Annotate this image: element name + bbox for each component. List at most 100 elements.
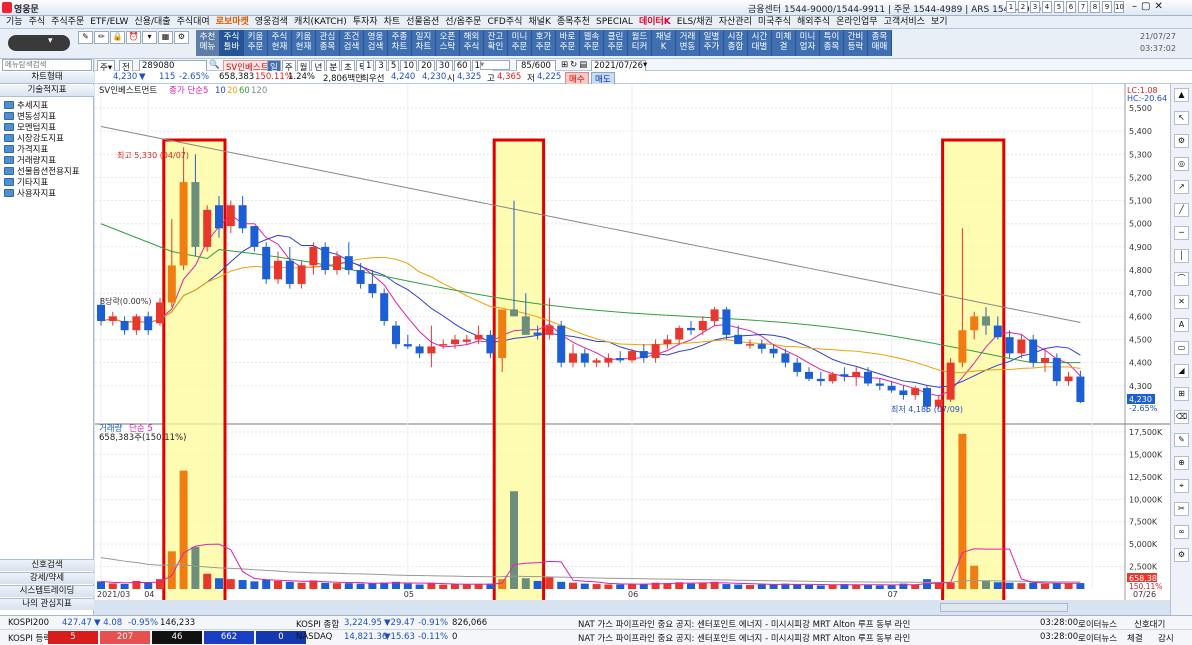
toolbar-button-14[interactable]: 호가 주문 (532, 30, 556, 56)
menu-item-16[interactable]: SPECIAL (596, 16, 633, 28)
menu-item-10[interactable]: 차트 (384, 16, 401, 28)
menu-item-19[interactable]: 자산관리 (719, 16, 752, 28)
toolbar-button-27[interactable]: 간비 등락 (844, 30, 868, 56)
trend-line-icon[interactable]: ↖ (1174, 111, 1189, 125)
system-trading-tab[interactable]: 시스템트레이딩 (0, 585, 94, 597)
refresh-icon[interactable]: ↻ (570, 60, 577, 70)
menu-item-6[interactable]: 로보마켓 (216, 16, 249, 28)
chart-type-header[interactable]: 차트형태 (0, 72, 94, 84)
screen-page-1[interactable]: 1 (1006, 1, 1016, 13)
toolbar-button-2[interactable]: 키움 주문 (244, 30, 268, 56)
menu-item-13[interactable]: CFD주식 (487, 16, 522, 28)
toolbar-button-4[interactable]: 키움 현재 (292, 30, 316, 56)
toolbar-button-3[interactable]: 주식 현재 (268, 30, 292, 56)
menu-item-23[interactable]: 고객서비스 (884, 16, 925, 28)
signal-search-tab[interactable]: 신호검색 (0, 559, 94, 571)
menu-item-21[interactable]: 해외주식 (797, 16, 830, 28)
toolbar-button-15[interactable]: 바로 주문 (556, 30, 580, 56)
grid-icon[interactable]: ◢ (1174, 364, 1189, 378)
toolbar-button-8[interactable]: 주종 차트 (388, 30, 412, 56)
toolbar-button-9[interactable]: 일지 차트 (412, 30, 436, 56)
screen-page-10[interactable]: 10 (1114, 1, 1124, 13)
signal-wait[interactable]: 신호대기 (1134, 618, 1165, 630)
menu-item-20[interactable]: 미국주식 (758, 16, 791, 28)
indicator-search-input[interactable]: 메뉴탐색검색 (2, 59, 92, 71)
indicator-folder-2[interactable]: 모멘텀지표 (4, 121, 56, 133)
toolbar-button-24[interactable]: 미체 결 (772, 30, 796, 56)
indicator-folder-1[interactable]: 변동성지표 (4, 110, 56, 122)
menu-item-3[interactable]: ETF/ELW (90, 16, 128, 28)
screen-page-4[interactable]: 4 (1042, 1, 1052, 13)
alarm-icon[interactable]: ⏰ (126, 31, 141, 44)
strong-weak-tab[interactable]: 강세/약세 (0, 572, 94, 584)
expand-icon[interactable]: ⊞ (561, 60, 568, 70)
chart-canvas[interactable]: 5,500 5,400 5,300 5,200 5,100 5,000 4,900 4,800… (95, 84, 1170, 600)
news-ticker-2[interactable]: NAT 가스 파이프라인 중요 공지: 센터포인트 에너지 - 미시시피강 MR… (578, 632, 910, 644)
menu-item-18[interactable]: ELS/채권 (677, 16, 713, 28)
menu-item-0[interactable]: 기능 (6, 16, 23, 28)
note-icon[interactable]: ✎ (78, 31, 93, 44)
screen-page-6[interactable]: 6 (1066, 1, 1076, 13)
settings-icon[interactable]: ⚙ (174, 31, 189, 44)
toolbar-button-22[interactable]: 시장 종합 (724, 30, 748, 56)
news-ticker-1[interactable]: NAT 가스 파이프라인 중요 공지: 센터포인트 에너지 - 미시시피강 MR… (578, 618, 910, 630)
text-icon[interactable]: ✕ (1174, 295, 1189, 309)
print-icon[interactable]: ▤ (579, 60, 587, 70)
menu-item-4[interactable]: 신용/대출 (134, 16, 170, 28)
vertical-line-icon[interactable]: ◎ (1174, 157, 1189, 171)
indicator-folder-5[interactable]: 거래량지표 (4, 154, 56, 166)
menu-item-7[interactable]: 영웅검색 (255, 16, 288, 28)
eraser-icon[interactable]: ⌫ (1174, 410, 1189, 424)
chart-scrollbar[interactable] (940, 603, 1068, 612)
fan-icon[interactable]: ▭ (1174, 341, 1189, 355)
toolbar-button-10[interactable]: 오픈 스탁 (436, 30, 460, 56)
ray-icon[interactable]: ─ (1174, 226, 1189, 240)
dropdown-icon[interactable]: ▾ (142, 31, 157, 44)
menu-item-1[interactable]: 주식 (29, 16, 46, 28)
search-icon[interactable]: 🔍 (209, 60, 220, 70)
arrow-icon[interactable]: ⌒ (1174, 272, 1189, 286)
lock-icon[interactable]: 🔒 (110, 31, 125, 44)
screen-page-5[interactable]: 5 (1054, 1, 1064, 13)
link-icon[interactable]: ∞ (1174, 525, 1189, 539)
magnet-icon[interactable]: ⊞ (1174, 387, 1189, 401)
screen-page-3[interactable]: 3 (1030, 1, 1040, 13)
menu-search-pill[interactable] (8, 35, 70, 51)
screen-page-9[interactable]: 9 (1102, 1, 1112, 13)
toolbar-button-13[interactable]: 미니 주문 (508, 30, 532, 56)
menu-item-11[interactable]: 선물옵션 (406, 16, 439, 28)
tech-indicator-header[interactable]: 기술적지표 (0, 85, 94, 97)
stock-chart[interactable]: 5,500 5,400 5,300 5,200 5,100 5,000 4,900 4,800… (95, 84, 1170, 600)
indicator-folder-0[interactable]: 추세지표 (4, 99, 48, 111)
indicator-folder-8[interactable]: 사용자지표 (4, 187, 56, 199)
fibonacci-icon[interactable]: ↗ (1174, 180, 1189, 194)
menu-item-8[interactable]: 캐치(KATCH) (294, 16, 347, 28)
toolbar-button-7[interactable]: 영웅 검색 (364, 30, 388, 56)
menu-item-9[interactable]: 투자자 (353, 16, 378, 28)
toolbar-button-16[interactable]: 웹속 주문 (580, 30, 604, 56)
watch-button[interactable]: 감시 (1158, 632, 1174, 644)
menu-item-17[interactable]: 데이터K (639, 16, 671, 28)
toolbar-button-11[interactable]: 해외 주식 (460, 30, 484, 56)
toolbar-button-0[interactable]: 추천 메뉴 (196, 30, 220, 56)
menu-item-14[interactable]: 채널K (528, 16, 550, 28)
menu-item-5[interactable]: 주식대여 (177, 16, 210, 28)
menu-item-24[interactable]: 보기 (931, 16, 948, 28)
toolbar-button-17[interactable]: 클린 주문 (604, 30, 628, 56)
screen-page-2[interactable]: 2 (1018, 1, 1028, 13)
pencil-icon[interactable]: ✏ (94, 31, 109, 44)
order-fill-button[interactable]: 체결 (1127, 632, 1143, 644)
menu-item-2[interactable]: 주식주문 (51, 16, 84, 28)
screen-page-8[interactable]: 8 (1090, 1, 1100, 13)
calendar-icon[interactable]: ▾ (643, 60, 647, 70)
interval-select[interactable] (480, 60, 510, 70)
my-indicators-tab[interactable]: 나의 관심지표 (0, 598, 94, 610)
toolbar-button-12[interactable]: 잔고 확인 (484, 30, 508, 56)
toolbar-button-23[interactable]: 시간 대별 (748, 30, 772, 56)
minimize-icon[interactable]: – (1132, 1, 1137, 12)
toolbar-button-28[interactable]: 종목 매매 (868, 30, 892, 56)
menu-item-22[interactable]: 온라인업무 (836, 16, 877, 28)
indicator-folder-3[interactable]: 시장강도지표 (4, 132, 64, 144)
circle-icon[interactable]: │ (1174, 249, 1189, 263)
toolbar-button-6[interactable]: 조건 검색 (340, 30, 364, 56)
